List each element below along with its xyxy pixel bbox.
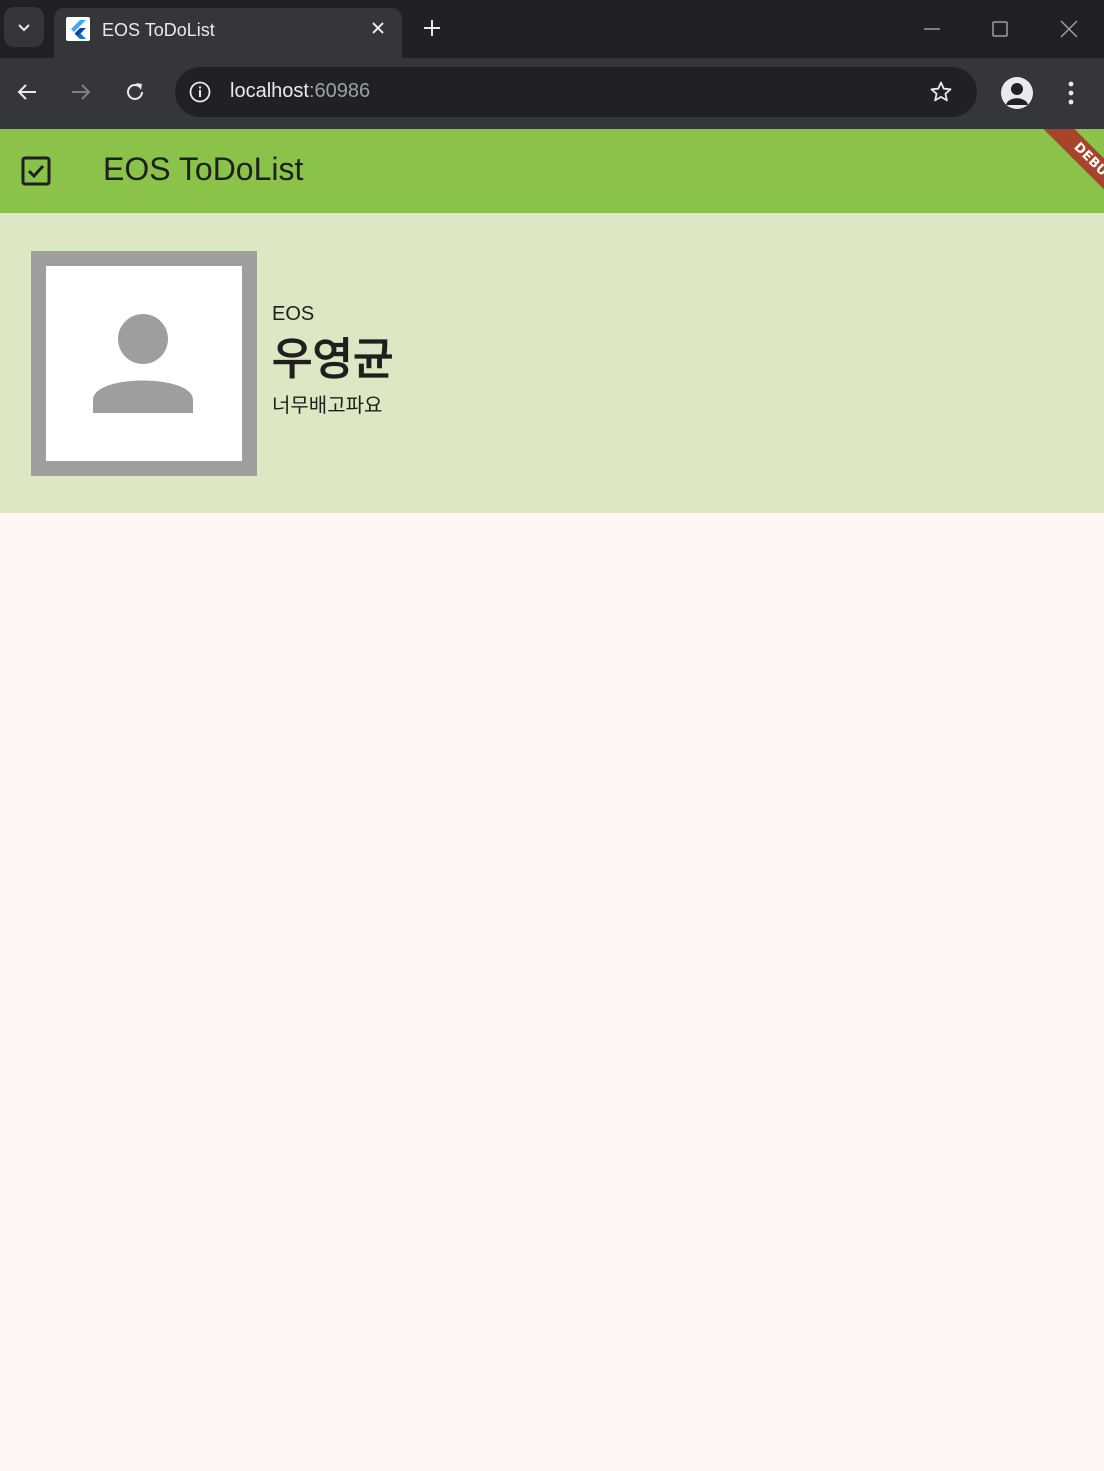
- person-icon: [93, 314, 193, 413]
- chevron-down-icon: [18, 24, 30, 32]
- avatar-frame: [31, 251, 257, 476]
- debug-banner-label: DEBUG: [1036, 129, 1104, 219]
- window-close-icon[interactable]: [1054, 14, 1084, 44]
- profile-status: 너무배고파요: [272, 393, 383, 417]
- app-bar: EOS ToDoList DEBUG: [0, 129, 1104, 219]
- browser-tab-active[interactable]: EOS ToDoList: [54, 8, 402, 58]
- profile-org: EOS: [272, 303, 315, 325]
- debug-banner: DEBUG: [1014, 129, 1104, 219]
- flutter-favicon-icon: [66, 17, 90, 41]
- profile-name: 우영균: [272, 334, 394, 385]
- avatar: [46, 266, 242, 461]
- tab-search-button[interactable]: [4, 7, 44, 47]
- browser-menu-icon[interactable]: [1058, 76, 1084, 110]
- reload-icon[interactable]: [117, 74, 153, 110]
- profile-info: EOS 우영균 너무배고파요: [272, 303, 393, 418]
- address-bar[interactable]: localhost:60986: [175, 67, 977, 117]
- tab-title: EOS ToDoList: [102, 20, 215, 40]
- minimize-icon[interactable]: [917, 14, 947, 44]
- profile-card: EOS 우영균 너무배고파요: [0, 213, 1104, 513]
- app-title: EOS ToDoList: [103, 151, 304, 187]
- url-port: :60986: [308, 80, 371, 102]
- site-info-icon[interactable]: [187, 79, 213, 105]
- browser-toolbar: localhost:60986: [0, 58, 1104, 129]
- url-text: localhost:60986: [230, 80, 370, 103]
- back-arrow-icon[interactable]: [9, 74, 45, 110]
- tab-close-icon[interactable]: [366, 16, 390, 40]
- app-body: EOS ToDoList DEBUG EOS 우영균 너무배고파요: [0, 129, 1104, 1471]
- bookmark-star-icon[interactable]: [927, 78, 955, 106]
- maximize-icon[interactable]: [985, 14, 1015, 44]
- checkbox-icon[interactable]: [20, 155, 52, 187]
- browser-tabstrip: EOS ToDoList: [0, 0, 1104, 58]
- url-host: localhost: [230, 80, 309, 102]
- profile-avatar-icon[interactable]: [1001, 77, 1033, 109]
- forward-arrow-icon[interactable]: [63, 74, 99, 110]
- new-tab-plus-icon[interactable]: [418, 14, 446, 42]
